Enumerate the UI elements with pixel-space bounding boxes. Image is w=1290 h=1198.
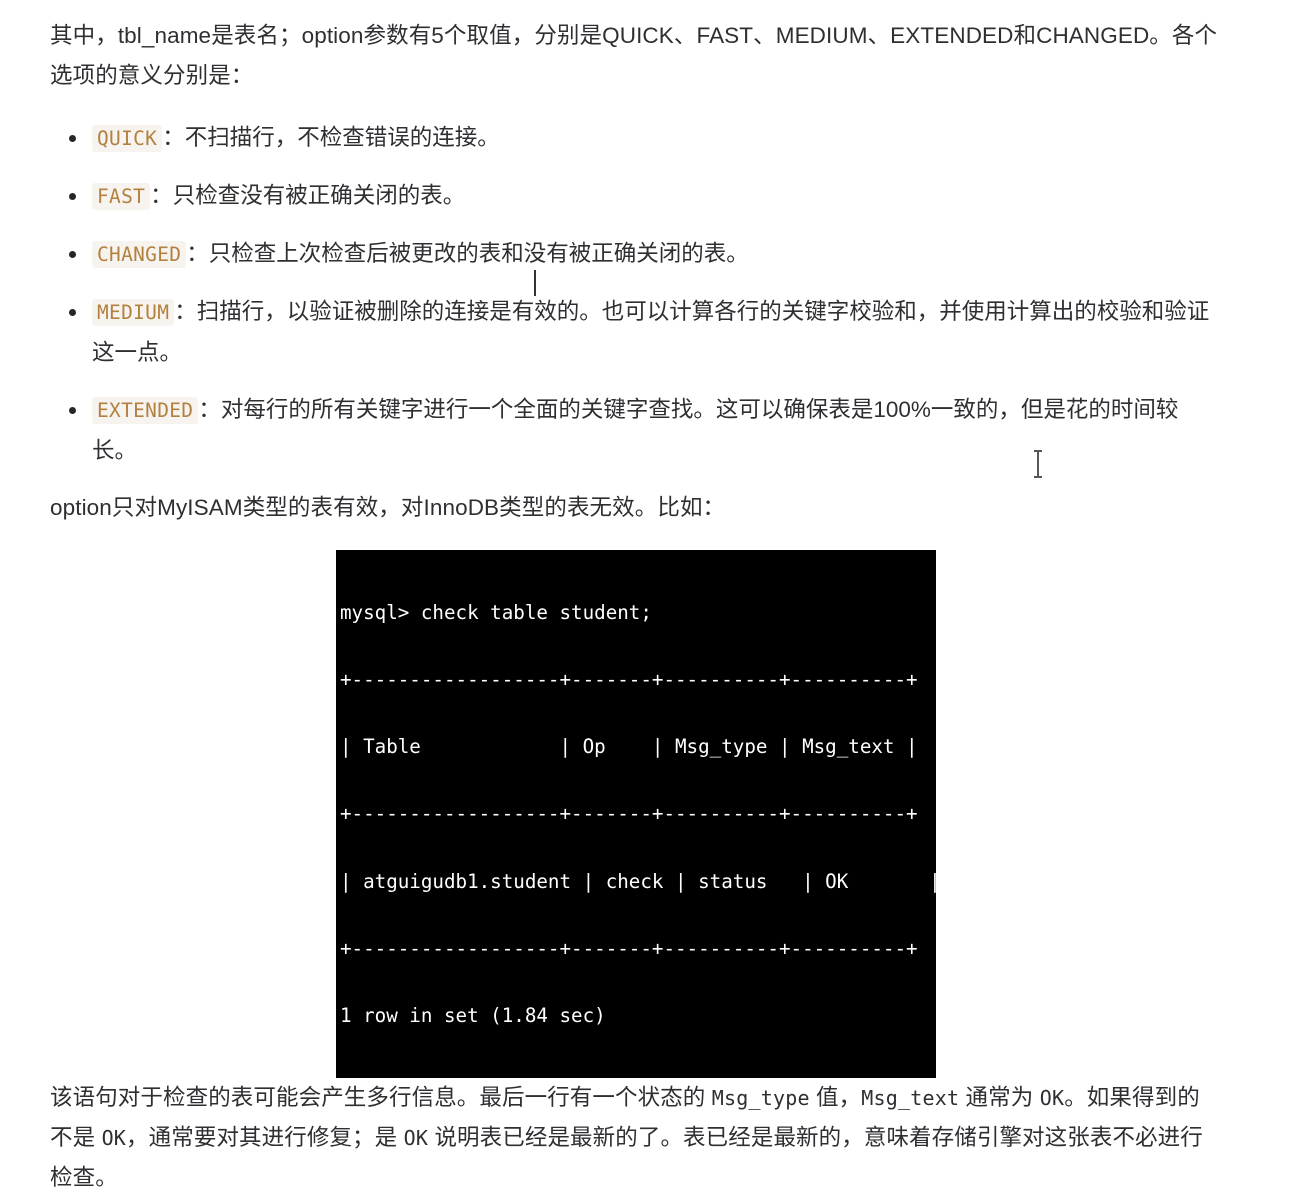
option-description-medium: 扫描行，以验证被删除的连接是有效的。也可以计算各行的关键字校验和，并使用计算出的… bbox=[92, 299, 1210, 365]
option-item-fast: FAST ：只检查没有被正确关闭的表。 bbox=[50, 176, 1220, 217]
option-description-changed: 只检查上次检查后被更改的表和没有被正确关闭的表。 bbox=[208, 241, 749, 266]
option-separator-extended: ： bbox=[198, 397, 221, 422]
terminal-line-header-border: +------------------+-------+----------+-… bbox=[340, 802, 918, 826]
terminal-output-wrapper: mysql> check table student; +-----------… bbox=[50, 550, 1220, 1079]
terminal-line-header: | Table | Op | Msg_type | Msg_text | bbox=[340, 735, 918, 759]
tail-seg-3: 通常为 bbox=[959, 1085, 1040, 1111]
terminal-line-command: mysql> check table student; bbox=[340, 600, 652, 624]
terminal-output-block: mysql> check table student; +-----------… bbox=[336, 550, 941, 1079]
terminal-line-status: 1 row in set (1.84 sec) bbox=[340, 1004, 606, 1028]
intro-paragraph: 其中，tbl_name是表名；option参数有5个取值，分别是QUICK、FA… bbox=[50, 16, 1220, 96]
terminal-line-bottom-border: +------------------+-------+----------+-… bbox=[340, 936, 918, 960]
option-item-quick: QUICK ：不扫描行，不检查错误的连接。 bbox=[50, 118, 1220, 159]
option-name-changed: CHANGED bbox=[92, 241, 187, 268]
option-separator-quick: ： bbox=[162, 125, 185, 150]
option-separator-changed: ： bbox=[186, 241, 209, 266]
tail-code-ok-2: OK bbox=[101, 1126, 127, 1151]
tail-code-msg-type: Msg_type bbox=[711, 1086, 810, 1111]
tail-seg-2: 值， bbox=[809, 1085, 862, 1111]
option-name-quick: QUICK bbox=[92, 125, 163, 152]
option-description-fast: 只检查没有被正确关闭的表。 bbox=[172, 183, 466, 208]
option-scope-paragraph: option只对MyISAM类型的表有效，对InnoDB类型的表无效。比如： bbox=[50, 495, 726, 520]
option-item-changed: CHANGED ：只检查上次检查后被更改的表和没有被正确关闭的表。 bbox=[50, 234, 1220, 275]
document-page: 其中，tbl_name是表名；option参数有5个取值，分别是QUICK、FA… bbox=[0, 0, 1290, 1190]
option-name-extended: EXTENDED bbox=[92, 397, 199, 424]
tail-seg-1: 该语句对于检查的表可能会产生多行信息。最后一行有一个状态的 bbox=[50, 1085, 712, 1111]
intro-text-before: 其中， bbox=[50, 23, 118, 48]
option-description-quick: 不扫描行，不检查错误的连接。 bbox=[184, 125, 500, 150]
option-separator-fast: ： bbox=[150, 183, 173, 208]
tail-code-ok-3: OK bbox=[403, 1126, 429, 1151]
option-item-extended: EXTENDED ：对每行的所有关键字进行一个全面的关键字查找。这可以确保表是10… bbox=[50, 390, 1220, 471]
terminal-line-top-border: +------------------+-------+----------+-… bbox=[340, 668, 918, 692]
intro-code-tbl-name: tbl_name bbox=[117, 23, 212, 48]
option-name-fast: FAST bbox=[92, 183, 151, 210]
tail-seg-5: ，通常要对其进行修复；是 bbox=[126, 1125, 404, 1151]
option-description-extended: 对每行的所有关键字进行一个全面的关键字查找。这可以确保表是100%一致的，但是花… bbox=[92, 397, 1179, 463]
tail-code-msg-text: Msg_text bbox=[861, 1086, 960, 1111]
option-separator-medium: ： bbox=[174, 299, 197, 324]
option-name-medium: MEDIUM bbox=[92, 299, 175, 326]
tail-paragraph: 该语句对于检查的表可能会产生多行信息。最后一行有一个状态的 Msg_type 值… bbox=[50, 1078, 1220, 1198]
intro-code-option: option bbox=[301, 23, 364, 48]
text-caret bbox=[534, 270, 536, 296]
option-item-medium: MEDIUM ：扫描行，以验证被删除的连接是有效的。也可以计算各行的关键字校验和，… bbox=[50, 292, 1220, 373]
terminal-line-row: | atguigudb1.student | check | status | … bbox=[340, 869, 941, 893]
tail-code-ok-1: OK bbox=[1039, 1086, 1065, 1111]
intro-text-middle: 是表名； bbox=[211, 23, 302, 48]
option-list: QUICK ：不扫描行，不检查错误的连接。 FAST ：只检查没有被正确关闭的表。 … bbox=[50, 118, 1220, 471]
ibeam-mouse-cursor bbox=[1034, 450, 1042, 478]
